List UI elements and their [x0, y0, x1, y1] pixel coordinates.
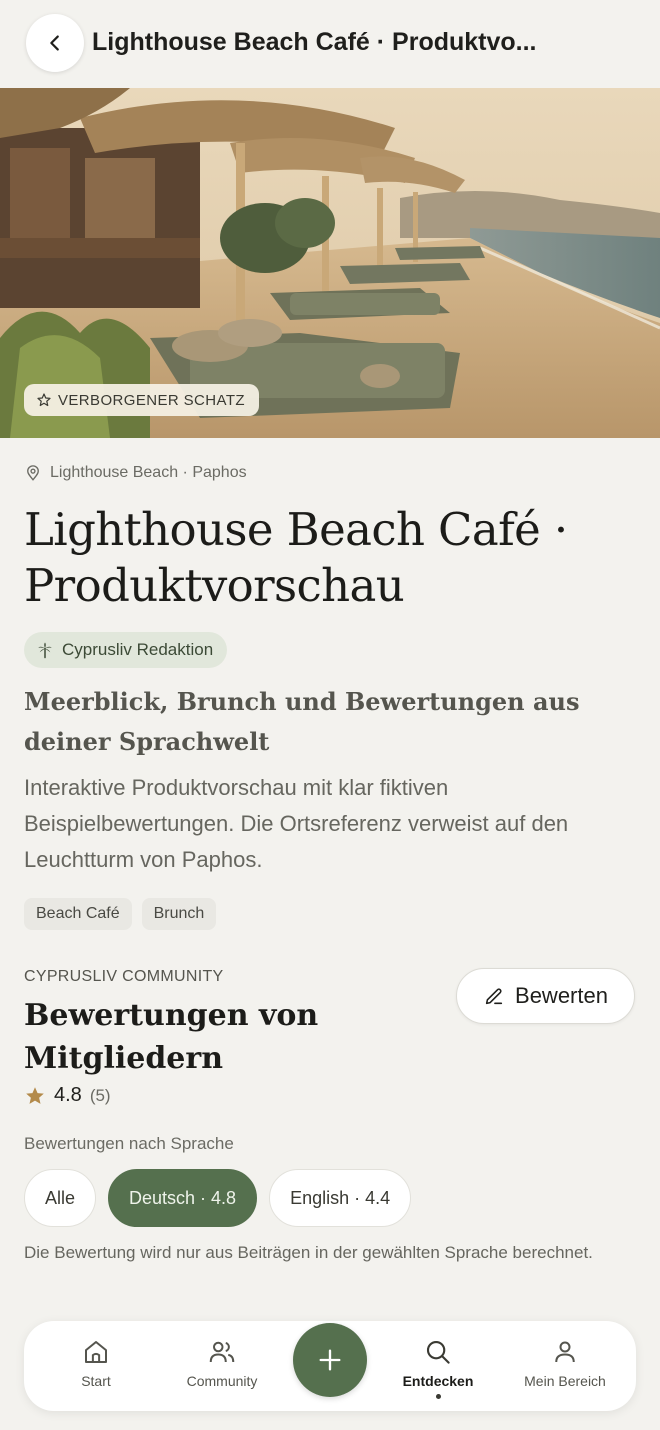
rating-value: 4.8 — [54, 1084, 82, 1106]
hero-image: VERBORGENER SCHATZ — [0, 88, 660, 438]
place-title-line2: Produktvorschau — [24, 559, 405, 612]
community-section-label: CYPRUSLIV COMMUNITY — [24, 968, 224, 985]
language-chip-english[interactable]: English · 4.4 — [269, 1169, 412, 1227]
create-post-button[interactable] — [293, 1323, 367, 1397]
place-title: Lighthouse Beach Café · Produktvorschau — [24, 502, 636, 614]
top-bar: Lighthouse Beach Café · Produktvo... — [0, 0, 660, 88]
nav-item-mein-bereich[interactable]: Mein Bereich — [510, 1321, 620, 1411]
place-title-line1: Lighthouse Beach Café · — [24, 503, 568, 556]
language-chip-all[interactable]: Alle — [24, 1169, 97, 1227]
bottom-navigation: Start Community Entdecken Mein Bereich — [24, 1321, 636, 1411]
palm-tree-icon — [38, 642, 52, 659]
rating-count: (5) — [89, 1085, 111, 1105]
home-icon — [85, 1341, 107, 1363]
user-icon — [555, 1341, 575, 1363]
pencil-icon — [485, 988, 503, 1005]
rating-note: Die Bewertung wird nur aus Beiträgen in … — [24, 1243, 593, 1262]
language-filter-label: Bewertungen nach Sprache — [24, 1134, 234, 1153]
editor-badge: Cyprusliv Redaktion — [24, 632, 228, 668]
nav-label-entdecken: Entdecken — [402, 1373, 474, 1389]
language-chip-deutsch[interactable]: Deutsch · 4.8 — [108, 1169, 258, 1227]
reviews-title-line2: Mitgliedern — [24, 1041, 223, 1076]
active-indicator — [435, 1394, 441, 1399]
hidden-gem-badge: VERBORGENER SCHATZ — [24, 384, 259, 416]
nav-label-community: Community — [186, 1373, 258, 1389]
rating-summary: 4.8 (5) — [24, 1084, 111, 1107]
search-icon — [426, 1340, 450, 1364]
chevron-left-icon — [50, 35, 59, 51]
hidden-gem-label: VERBORGENER SCHATZ — [58, 391, 245, 409]
nav-item-entdecken[interactable]: Entdecken — [392, 1321, 484, 1411]
editor-badge-label: Cyprusliv Redaktion — [62, 640, 214, 659]
language-filter: Alle Deutsch · 4.8 English · 4.4 — [24, 1169, 412, 1227]
tag-beach-cafe[interactable]: Beach Café — [24, 898, 132, 930]
star-icon — [26, 1086, 44, 1104]
page-title: Lighthouse Beach Café · Produktvo... — [92, 28, 537, 56]
tag-list: Beach Café Brunch — [24, 898, 217, 930]
star-outline-icon — [37, 393, 51, 407]
plus-icon — [319, 1349, 341, 1371]
reviews-title: Bewertungen von Mitgliedern — [24, 994, 444, 1080]
location-text: Lighthouse Beach · Paphos — [50, 464, 247, 481]
nav-label-mein-bereich: Mein Bereich — [524, 1373, 606, 1389]
place-description: Interaktive Produktvorschau mit klar fik… — [24, 775, 569, 872]
nav-item-community[interactable]: Community — [174, 1321, 270, 1411]
tag-brunch[interactable]: Brunch — [141, 898, 217, 930]
map-pin-icon — [27, 465, 39, 481]
users-icon — [209, 1341, 235, 1363]
nav-label-start: Start — [81, 1373, 111, 1389]
write-review-button[interactable]: Bewerten — [456, 968, 635, 1024]
nav-item-start[interactable]: Start — [54, 1321, 138, 1411]
write-review-label: Bewerten — [515, 983, 608, 1008]
location: Lighthouse Beach · Paphos — [24, 464, 247, 482]
place-subtitle: Meerblick, Brunch und Bewertungen aus de… — [24, 687, 580, 756]
reviews-title-line1: Bewertungen von — [24, 998, 319, 1033]
back-button[interactable] — [26, 14, 84, 72]
